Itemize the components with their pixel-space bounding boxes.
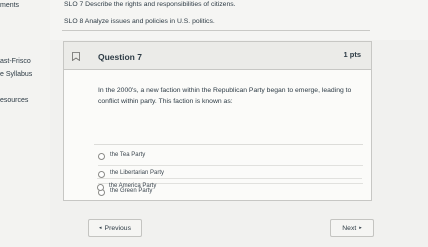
chevron-left-icon: ◂ bbox=[99, 225, 102, 231]
answer-label: the Tea Party bbox=[110, 152, 146, 158]
question-card: Question 7 1 pts In the 2000's, a new fa… bbox=[63, 41, 372, 201]
question-header: Question 7 1 pts bbox=[64, 42, 371, 70]
radio-button[interactable] bbox=[97, 184, 104, 191]
next-button[interactable]: Next ▸ bbox=[330, 219, 374, 237]
course-navigation: ments ast-Frisco e Syllabus esources bbox=[0, 0, 50, 247]
question-title: Question 7 bbox=[98, 52, 142, 62]
answer-option-tea-party[interactable]: the Tea Party bbox=[98, 148, 363, 166]
bookmark-flag-icon[interactable] bbox=[72, 52, 80, 61]
answer-option-america-party[interactable]: the America Party bbox=[97, 178, 362, 196]
nav-item-syllabus[interactable]: e Syllabus bbox=[0, 71, 32, 78]
answer-label: the America Party bbox=[109, 183, 157, 189]
previous-button[interactable]: ◂ Previous bbox=[88, 219, 142, 237]
slo-7-text: SLO 7 Describe the rights and responsibi… bbox=[64, 1, 236, 8]
chevron-right-icon: ▸ bbox=[359, 225, 362, 231]
radio-button[interactable] bbox=[98, 171, 105, 178]
question-divider bbox=[94, 144, 363, 145]
previous-label: Previous bbox=[104, 224, 131, 232]
slo-8-text: SLO 8 Analyze issues and policies in U.S… bbox=[64, 18, 215, 25]
nav-item-resources[interactable]: esources bbox=[0, 97, 28, 104]
question-text: In the 2000's, a new faction within the … bbox=[98, 87, 352, 105]
header-divider bbox=[62, 30, 370, 31]
answer-label: the Libertarian Party bbox=[110, 170, 165, 176]
objectives-header: SLO 7 Describe the rights and responsibi… bbox=[50, 0, 428, 40]
question-points: 1 pts bbox=[343, 50, 361, 59]
nav-item-assignments[interactable]: ments bbox=[0, 2, 19, 9]
next-label: Next bbox=[342, 224, 357, 232]
nav-item-course-name[interactable]: ast-Frisco bbox=[0, 58, 31, 65]
radio-button[interactable] bbox=[98, 153, 105, 160]
